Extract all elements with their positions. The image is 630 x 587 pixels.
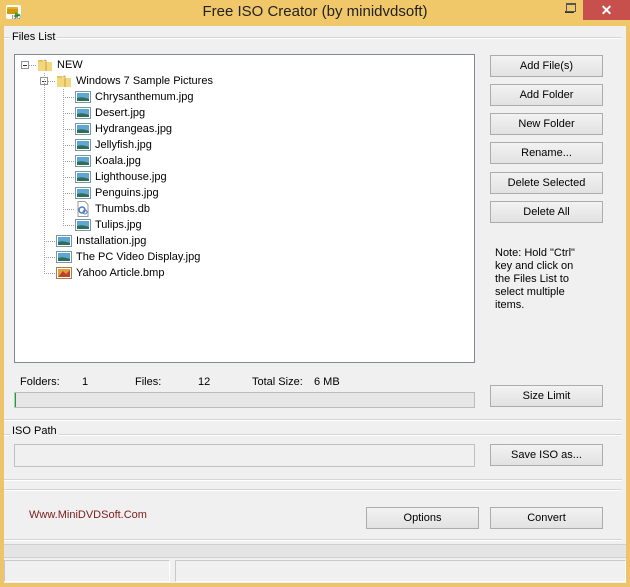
total-size-value: 6 MB: [314, 376, 340, 388]
folder-icon: [37, 57, 53, 73]
tree-node-label: Windows 7 Sample Pictures: [76, 75, 213, 87]
image-file-icon: [75, 89, 91, 105]
files-label: Files:: [135, 376, 162, 388]
folders-label: Folders:: [20, 376, 60, 388]
tree-node-label: NEW: [57, 59, 83, 71]
tree-connector: [44, 241, 55, 242]
website-link[interactable]: Www.MiniDVDSoft.Com: [29, 509, 147, 521]
image-file-icon: [75, 121, 91, 137]
tree-connector: [63, 161, 74, 162]
collapse-toggle[interactable]: [21, 61, 29, 69]
files-tree[interactable]: NEW Windows 7 Sample Pictures Chrysanthemu…: [14, 54, 475, 363]
iso-path-label: ISO Path: [10, 425, 59, 437]
tree-node-label: The PC Video Display.jpg: [76, 251, 201, 263]
image-file-icon: [75, 153, 91, 169]
tree-connector: [44, 257, 55, 258]
image-file-icon: [75, 105, 91, 121]
rename-button[interactable]: Rename...: [490, 142, 603, 164]
add-files-button[interactable]: Add File(s): [490, 55, 603, 77]
title-bar[interactable]: ISO Free ISO Creator (by minidvdsoft) ✕: [0, 0, 630, 26]
tree-node-label: Jellyfish.jpg: [95, 139, 152, 151]
close-button[interactable]: ✕: [583, 0, 630, 20]
folders-count: 1: [82, 376, 89, 388]
tree-node-label: Penguins.jpg: [95, 187, 159, 199]
files-list-label: Files List: [10, 31, 58, 43]
delete-selected-button[interactable]: Delete Selected: [490, 172, 603, 194]
divider-3: [4, 489, 622, 491]
convert-button[interactable]: Convert: [490, 507, 603, 529]
size-limit-button[interactable]: Size Limit: [490, 385, 603, 407]
status-pane-left: [4, 560, 170, 582]
tree-node-label: Koala.jpg: [95, 155, 141, 167]
tree-node-label: Installation.jpg: [76, 235, 147, 247]
options-button[interactable]: Options: [366, 507, 479, 529]
bitmap-icon: [56, 265, 72, 281]
image-file-icon: [75, 217, 91, 233]
image-file-icon: [75, 169, 91, 185]
tree-node-label: Thumbs.db: [95, 203, 151, 215]
app-window: ISO Free ISO Creator (by minidvdsoft) ✕ …: [0, 0, 630, 587]
image-file-icon: [75, 137, 91, 153]
iso-path-divider: [4, 434, 622, 436]
files-count: 12: [198, 376, 211, 388]
tree-node-label: Lighthouse.jpg: [95, 171, 167, 183]
image-file-icon: [56, 249, 72, 265]
status-strip: [4, 544, 626, 558]
tree-connector: [44, 73, 45, 274]
tree-connector: [63, 129, 74, 130]
tree-node-label: Chrysanthemum.jpg: [95, 91, 194, 103]
maximize-button[interactable]: [558, 0, 584, 20]
delete-all-button[interactable]: Delete All: [490, 201, 603, 223]
image-file-icon: [75, 185, 91, 201]
multi-select-note: Note: Hold "Ctrl" key and click on the F…: [495, 247, 575, 311]
tree-connector: [63, 209, 74, 210]
size-progress-bar: [14, 392, 475, 408]
tree-connector: [63, 89, 64, 226]
divider-2: [4, 479, 622, 481]
files-list-divider: [4, 37, 622, 39]
system-file-icon: [75, 201, 91, 217]
iso-path-input[interactable]: [14, 444, 475, 467]
divider-4: [4, 539, 622, 541]
total-size-label: Total Size:: [252, 376, 303, 388]
tree-node-label: Yahoo Article.bmp: [76, 267, 165, 279]
save-iso-as-button[interactable]: Save ISO as...: [490, 444, 603, 466]
window-title: Free ISO Creator (by minidvdsoft): [202, 3, 428, 20]
tree-connector: [63, 193, 74, 194]
size-progress-fill: [15, 393, 16, 407]
tree-node-label: Desert.jpg: [95, 107, 146, 119]
folder-icon: [56, 73, 72, 89]
tree-node-label: Hydrangeas.jpg: [95, 123, 173, 135]
status-pane-right: [175, 560, 626, 582]
tree-connector: [63, 145, 74, 146]
image-file-icon: [56, 233, 72, 249]
client-area: Files List NEW Windows 7 Sample Pictures C…: [4, 26, 626, 583]
divider-1: [4, 419, 622, 421]
new-folder-button[interactable]: New Folder: [490, 113, 603, 135]
tree-connector: [63, 97, 74, 98]
tree-connector: [63, 177, 74, 178]
tree-connector: [63, 113, 74, 114]
tree-node-label: Tulips.jpg: [95, 219, 142, 231]
tree-connector: [63, 225, 74, 226]
add-folder-button[interactable]: Add Folder: [490, 84, 603, 106]
tree-connector: [44, 273, 55, 274]
